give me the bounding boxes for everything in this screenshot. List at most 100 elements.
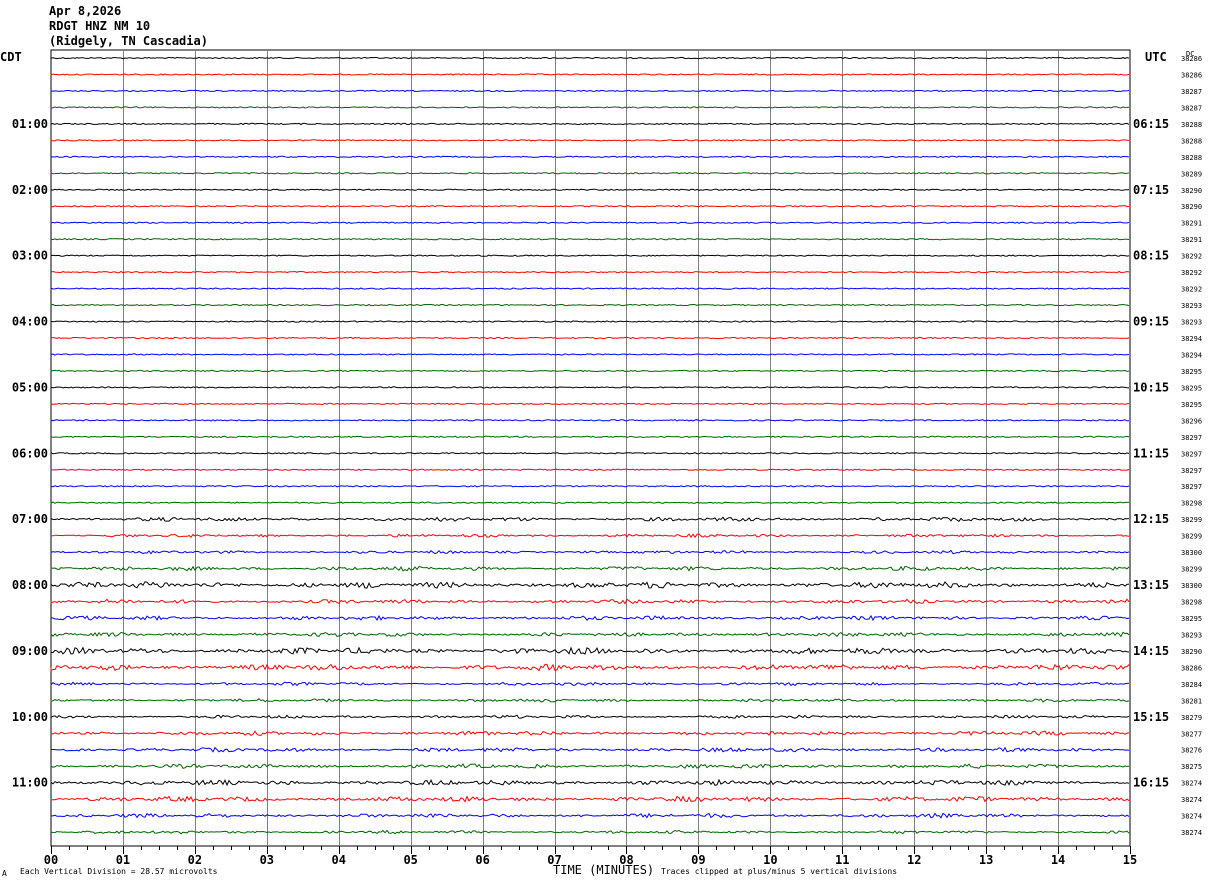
utc-time-label: 06:15 <box>1133 117 1169 131</box>
plot-frame <box>50 49 1131 847</box>
dc-offset-label: 38289 <box>1181 170 1202 178</box>
cdt-time-label: 11:00 <box>12 776 48 790</box>
dc-offset-label: 38281 <box>1181 697 1202 705</box>
dc-offset-label: 38292 <box>1181 269 1202 277</box>
utc-time-label: 09:15 <box>1133 315 1169 329</box>
seismic-trace <box>50 468 1130 471</box>
seismic-trace <box>50 763 1130 769</box>
seismic-trace <box>50 698 1130 703</box>
utc-time-label: 16:15 <box>1133 776 1169 790</box>
x-tick-label: 00 <box>44 853 58 867</box>
cdt-time-label: 09:00 <box>12 644 48 658</box>
seismic-trace <box>50 714 1130 719</box>
utc-time-label: 13:15 <box>1133 578 1169 592</box>
dc-offset-label: 38296 <box>1181 417 1202 425</box>
utc-time-label: 07:15 <box>1133 183 1169 197</box>
dc-offset-label: 38290 <box>1181 203 1202 211</box>
seismic-trace <box>50 386 1130 389</box>
dc-offset-label: 38288 <box>1181 137 1202 145</box>
seismic-trace <box>50 516 1130 523</box>
dc-offset-label: 38295 <box>1181 384 1202 392</box>
seismic-trace <box>50 812 1130 819</box>
x-axis-title: TIME (MINUTES) <box>553 863 655 877</box>
seismic-trace <box>50 795 1130 803</box>
seismic-trace <box>50 353 1130 356</box>
dc-offset-label: 38290 <box>1181 187 1202 195</box>
seismic-trace <box>50 155 1130 158</box>
seismic-trace <box>50 402 1130 406</box>
dc-offset-label: 38291 <box>1181 220 1202 228</box>
x-tick-label: 04 <box>332 853 346 867</box>
seismic-trace <box>50 549 1130 555</box>
seismic-trace <box>50 303 1130 307</box>
seismic-trace <box>50 435 1130 438</box>
seismic-trace <box>50 451 1130 455</box>
seismic-trace <box>50 419 1130 422</box>
utc-time-label: 12:15 <box>1133 512 1169 526</box>
seismic-trace <box>50 205 1130 208</box>
seismic-trace <box>50 270 1130 274</box>
dc-offset-label: 38274 <box>1181 829 1202 837</box>
dc-offset-label: 38297 <box>1181 467 1202 475</box>
seismic-trace <box>50 631 1130 638</box>
x-tick-label: 03 <box>260 853 274 867</box>
dc-offset-label: 38288 <box>1181 121 1202 129</box>
x-tick-label: 01 <box>116 853 130 867</box>
seismic-trace <box>50 89 1130 93</box>
seismic-trace <box>50 730 1130 737</box>
seismic-trace <box>50 533 1130 539</box>
dc-offset-label: 38287 <box>1181 104 1202 112</box>
dc-offset-label: 38275 <box>1181 763 1202 771</box>
seismic-trace <box>50 646 1130 655</box>
cdt-time-label: 03:00 <box>12 249 48 263</box>
dc-offset-label: 38288 <box>1181 154 1202 162</box>
x-tick-label: 06 <box>475 853 489 867</box>
seismic-trace <box>50 614 1130 622</box>
dc-offset-label: 38276 <box>1181 747 1202 755</box>
seismic-trace <box>50 829 1130 835</box>
seismic-trace <box>50 778 1130 787</box>
seismic-trace <box>50 287 1130 290</box>
seismic-trace <box>50 254 1130 257</box>
seismic-trace <box>50 56 1130 60</box>
dc-offset-label: 38295 <box>1181 615 1202 623</box>
dc-offset-label: 38298 <box>1181 500 1202 508</box>
seismic-trace <box>50 188 1130 191</box>
dc-offset-label: 38297 <box>1181 483 1202 491</box>
utc-time-label: 11:15 <box>1133 446 1169 460</box>
dc-offset-label: 38298 <box>1181 599 1202 607</box>
x-tick-label: 05 <box>403 853 417 867</box>
seismic-trace <box>50 336 1130 340</box>
x-tick-label: 13 <box>979 853 993 867</box>
cdt-time-label: 10:00 <box>12 710 48 724</box>
dc-offset-label: 38299 <box>1181 566 1202 574</box>
dc-offset-label: 38294 <box>1181 351 1202 359</box>
x-tick-label: 12 <box>907 853 921 867</box>
seismic-trace <box>50 501 1130 504</box>
x-tick-label: 09 <box>691 853 705 867</box>
dc-offset-label: 38279 <box>1181 714 1202 722</box>
utc-time-label: 08:15 <box>1133 249 1169 263</box>
dc-offset-label: 38274 <box>1181 796 1202 804</box>
seismic-trace <box>50 565 1130 572</box>
dc-offset-label: 38299 <box>1181 533 1202 541</box>
seismic-trace <box>50 139 1130 142</box>
seismic-trace <box>50 320 1130 323</box>
dc-offset-label: 38274 <box>1181 780 1202 788</box>
seismic-trace <box>50 238 1130 241</box>
dc-offset-label: 38274 <box>1181 813 1202 821</box>
scale-note: Each Vertical Division = 28.57 microvolt… <box>20 867 218 876</box>
seismic-trace <box>50 598 1130 605</box>
seismic-trace <box>50 221 1130 224</box>
utc-time-label: 15:15 <box>1133 710 1169 724</box>
dc-offset-label: 38286 <box>1181 55 1202 63</box>
cdt-time-label: 06:00 <box>12 446 48 460</box>
clip-note: Traces clipped at plus/minus 5 vertical … <box>661 867 898 876</box>
cdt-time-label: 02:00 <box>12 183 48 197</box>
corner-mark: A <box>2 869 7 878</box>
seismic-trace <box>50 369 1130 373</box>
seismic-trace <box>50 663 1130 672</box>
dc-offset-label: 38295 <box>1181 368 1202 376</box>
utc-time-label: 10:15 <box>1133 380 1169 394</box>
utc-time-label: 14:15 <box>1133 644 1169 658</box>
